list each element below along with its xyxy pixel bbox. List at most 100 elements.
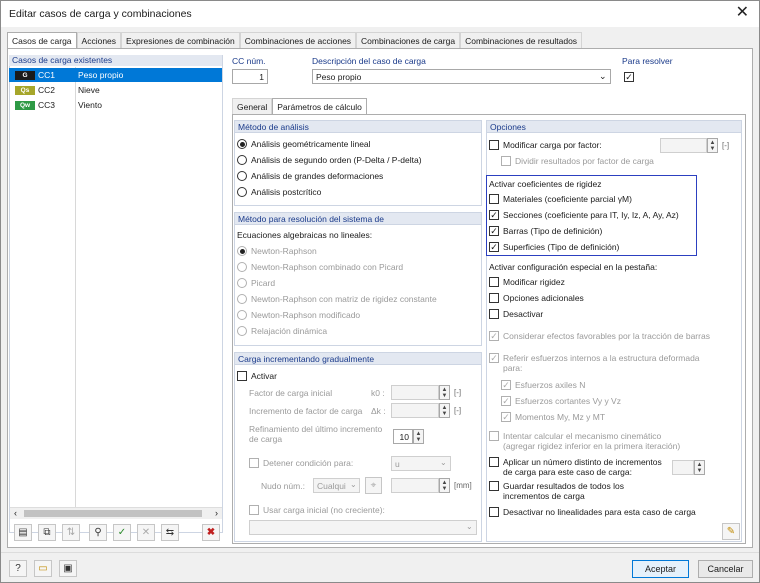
rigidity-option[interactable]: ✓ Barras (Tipo de definición) <box>489 226 602 236</box>
refinement-spinner[interactable]: ▲ ▼ <box>413 429 424 444</box>
initial-factor-spinner[interactable]: ▲ ▼ <box>439 385 450 400</box>
analysis-option[interactable]: Análisis postcrítico <box>237 187 321 197</box>
checkbox-icon[interactable] <box>489 140 499 150</box>
refer-item[interactable]: ✓ Esfuerzos axiles N <box>501 380 585 390</box>
scroll-right-icon[interactable]: › <box>215 508 218 518</box>
checkbox-icon[interactable]: ✓ <box>489 210 499 220</box>
radio-icon[interactable] <box>237 139 247 149</box>
checkbox-icon[interactable] <box>489 277 499 287</box>
radio-icon[interactable] <box>237 262 247 272</box>
increments-spinner[interactable]: ▲ ▼ <box>694 460 705 475</box>
checkbox-icon[interactable]: ✓ <box>501 396 511 406</box>
activate-option[interactable]: Activar <box>237 371 277 381</box>
factor-field[interactable] <box>660 138 707 153</box>
chevron-down-icon[interactable]: ⌄ <box>440 458 447 467</box>
checkbox-icon[interactable] <box>501 156 511 166</box>
resolution-option[interactable]: Newton-Raphson <box>237 246 317 256</box>
radio-icon[interactable] <box>237 171 247 181</box>
chevron-down-icon[interactable]: ⌄ <box>599 71 607 82</box>
scroll-left-icon[interactable]: ‹ <box>14 508 17 518</box>
checkbox-icon[interactable] <box>249 505 259 515</box>
checkbox-icon[interactable] <box>489 293 499 303</box>
rigidity-option[interactable]: Materiales (coeficiente parcial γM) <box>489 194 632 204</box>
resolution-option[interactable]: Newton-Raphson con matriz de rigidez con… <box>237 294 437 304</box>
uncheck-icon[interactable]: ✕ <box>137 524 155 541</box>
pick-node-icon[interactable]: ⌖ <box>365 477 382 494</box>
load-case-row[interactable]: Qs CC2 Nieve <box>9 83 222 97</box>
tab-parametros-de-calculo[interactable]: Parámetros de cálculo <box>272 98 367 115</box>
edit-settings-icon[interactable]: ✎ <box>722 523 740 540</box>
open-folder-icon[interactable]: ▭ <box>34 560 52 577</box>
close-icon[interactable]: ✕ <box>736 4 749 22</box>
increment-field[interactable] <box>391 403 439 418</box>
radio-icon[interactable] <box>237 294 247 304</box>
scroll-thumb[interactable] <box>24 510 202 517</box>
radio-icon[interactable] <box>237 278 247 288</box>
initial-load-select[interactable] <box>249 520 477 535</box>
help-icon[interactable]: ? <box>9 560 27 577</box>
check-icon[interactable]: ✓ <box>113 524 131 541</box>
radio-icon[interactable] <box>237 155 247 165</box>
increment-spinner[interactable]: ▲ ▼ <box>439 403 450 418</box>
analysis-option[interactable]: Análisis de segundo orden (P-Delta / P-d… <box>237 155 422 165</box>
radio-icon[interactable] <box>237 187 247 197</box>
special-option[interactable]: Desactivar <box>489 309 543 319</box>
initial-factor-field[interactable] <box>391 385 439 400</box>
kinematic-option[interactable]: Intentar calcular el mecanismo cinemátic… <box>489 431 689 451</box>
resolution-option[interactable]: Newton-Raphson combinado con Picard <box>237 262 403 272</box>
tab-general[interactable]: General <box>232 98 273 114</box>
checkbox-icon[interactable] <box>489 481 499 491</box>
filter-icon[interactable]: ⚲ <box>89 524 107 541</box>
use-initial-option[interactable]: Usar carga inicial (no creciente): <box>249 505 385 515</box>
horizontal-scrollbar[interactable]: ‹ › <box>10 507 222 519</box>
checkbox-icon[interactable] <box>489 431 499 441</box>
checkbox-icon[interactable] <box>237 371 247 381</box>
checkbox-icon[interactable]: ✓ <box>489 353 499 363</box>
analysis-option[interactable]: Análisis de grandes deformaciones <box>237 171 383 181</box>
radio-icon[interactable] <box>237 246 247 256</box>
favorable-option[interactable]: ✓ Considerar efectos favorables por la tr… <box>489 331 710 341</box>
radio-icon[interactable] <box>237 326 247 336</box>
increments-field[interactable] <box>672 460 694 475</box>
apply-increments-option[interactable]: Aplicar un número distinto de incremento… <box>489 457 664 477</box>
save-results-option[interactable]: Guardar resultados de todos los incremen… <box>489 481 664 501</box>
resolution-option[interactable]: Relajación dinámica <box>237 326 327 336</box>
copy-load-case-icon[interactable]: ⧉ <box>38 524 56 541</box>
delete-icon[interactable]: ✖ <box>202 524 220 541</box>
node-value-field[interactable] <box>391 478 439 493</box>
checkbox-icon[interactable] <box>489 457 499 467</box>
checkbox-icon[interactable] <box>489 507 499 517</box>
save-icon[interactable]: ▣ <box>59 560 77 577</box>
accept-button[interactable]: Aceptar <box>632 560 689 578</box>
refinement-field[interactable]: 10 <box>393 429 413 444</box>
refer-option[interactable]: ✓ Referir esfuerzos internos a la estruct… <box>489 353 711 373</box>
load-case-row[interactable]: G CC1 Peso propio <box>9 68 222 82</box>
checkbox-icon[interactable] <box>489 309 499 319</box>
node-value-spinner[interactable]: ▲ ▼ <box>439 478 450 493</box>
chevron-down-icon[interactable]: ⌄ <box>350 480 357 489</box>
solve-checkbox[interactable]: ✓ <box>624 72 634 82</box>
resolution-option[interactable]: Picard <box>237 278 275 288</box>
factor-spinner[interactable]: ▲ ▼ <box>707 138 718 153</box>
checkbox-icon[interactable]: ✓ <box>489 226 499 236</box>
tab-combinaciones-de-resultados[interactable]: Combinaciones de resultados <box>460 32 583 48</box>
resolution-option[interactable]: Newton-Raphson modificado <box>237 310 360 320</box>
cancel-button[interactable]: Cancelar <box>698 560 753 578</box>
renumber-icon[interactable]: ⇅ <box>62 524 80 541</box>
radio-icon[interactable] <box>237 310 247 320</box>
stop-condition-option[interactable]: Detener condición para: <box>249 458 353 468</box>
checkbox-icon[interactable] <box>489 194 499 204</box>
tab-acciones[interactable]: Acciones <box>76 32 122 48</box>
refer-item[interactable]: ✓ Esfuerzos cortantes Vy y Vz <box>501 396 621 406</box>
special-option[interactable]: Opciones adicionales <box>489 293 584 303</box>
checkbox-icon[interactable]: ✓ <box>489 242 499 252</box>
divide-option[interactable]: Dividir resultados por factor de carga <box>501 156 654 166</box>
refer-item[interactable]: ✓ Momentos My, Mz y MT <box>501 412 605 422</box>
tab-combinaciones-de-acciones[interactable]: Combinaciones de acciones <box>239 32 357 48</box>
sort-icon[interactable]: ⇆ <box>161 524 179 541</box>
checkbox-icon[interactable]: ✓ <box>489 331 499 341</box>
rigidity-option[interactable]: ✓ Secciones (coeficiente para IT, Iy, Iz,… <box>489 210 679 220</box>
description-field[interactable]: Peso propio <box>312 69 611 84</box>
checkbox-icon[interactable]: ✓ <box>501 380 511 390</box>
modify-factor-option[interactable]: Modificar carga por factor: <box>489 140 602 150</box>
